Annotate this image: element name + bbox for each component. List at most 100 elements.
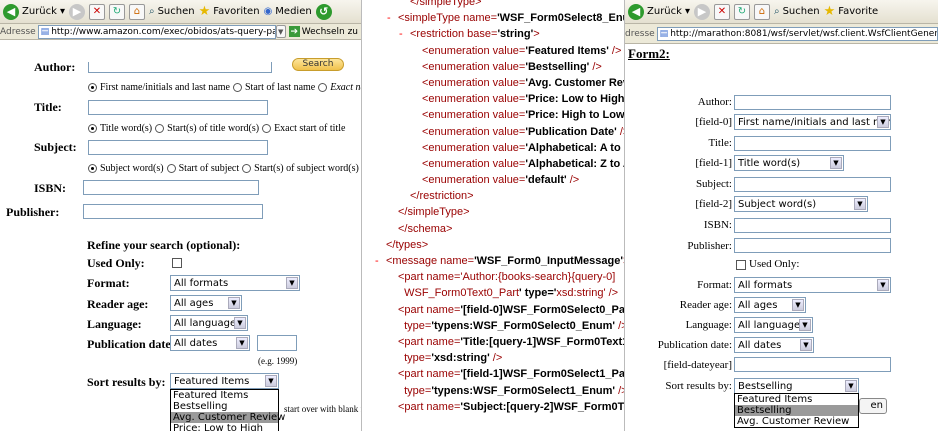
xml-text: <simpleType name='WSF_Form0Select8_Enum'… [398, 12, 624, 25]
pubdate-select[interactable]: All dates ▼ [734, 337, 814, 353]
home-icon[interactable]: ⌂ [128, 3, 145, 20]
forward-icon[interactable]: ▶ [693, 3, 710, 20]
submit-button[interactable]: en [859, 398, 887, 414]
home-icon[interactable]: ⌂ [753, 3, 770, 20]
search-button[interactable]: ⌕ Suchen [149, 6, 195, 17]
title-radio-starts[interactable] [155, 124, 165, 133]
author-radio-start-last[interactable] [232, 83, 242, 92]
search-icon: ⌕ [773, 6, 780, 17]
reader-age-select[interactable]: All ages ▼ [170, 295, 242, 311]
xml-text: <enumeration value='Alphabetical: A to Z… [422, 141, 624, 154]
year-example: (e.g. 1999) [258, 356, 298, 366]
stop-icon[interactable]: ✕ [88, 3, 105, 20]
xml-text: <enumeration value='Featured Items' /> [422, 44, 622, 57]
sort-option[interactable]: Avg. Customer Review [735, 416, 858, 427]
search-now-button[interactable]: Search Now [292, 58, 344, 71]
url-dropdown-icon[interactable]: ▼ [275, 25, 286, 38]
title-input[interactable] [88, 100, 268, 115]
back-button[interactable]: ◀ Zurück ▾ [628, 3, 690, 20]
chevron-down-icon: ▼ [877, 279, 889, 291]
go-arrow-icon: ➔ [288, 26, 300, 37]
favorites-button[interactable]: ★ Favorite [824, 4, 879, 19]
sort-option[interactable]: Featured Items [735, 394, 858, 405]
language-value: All languages [174, 317, 242, 329]
author-label: Author: [34, 60, 76, 74]
subject-radio-starts[interactable] [242, 164, 252, 173]
subject-input[interactable] [88, 140, 268, 155]
media-button[interactable]: ◉ Medien [264, 6, 312, 17]
format-label: Format: [697, 279, 732, 291]
pubdate-label: Publication date: [657, 339, 732, 351]
subject-radio-words[interactable] [88, 164, 97, 173]
publisher-input[interactable] [734, 238, 891, 253]
language-select[interactable]: All languages ▼ [734, 317, 813, 333]
xml-text: </simpleType> [398, 206, 470, 219]
dateyear-input[interactable] [734, 357, 891, 372]
language-select[interactable]: All languages ▼ [170, 315, 248, 331]
title-radio-words[interactable] [88, 124, 97, 133]
author-input[interactable] [88, 62, 272, 73]
pubdate-select[interactable]: All dates ▼ [170, 335, 250, 351]
url-field[interactable]: ▤ http://www.amazon.com/exec/obidos/ats-… [37, 24, 276, 39]
used-only-checkbox[interactable] [172, 258, 182, 268]
sort-select[interactable]: Featured Items ▼ [170, 373, 279, 389]
author-radio-exact[interactable] [318, 83, 328, 92]
reader-age-select[interactable]: All ages ▼ [734, 297, 806, 313]
amazon-browser-panel: ◀ Zurück ▾ ▶ ✕ ↻ ⌂ ⌕ Suchen ★ Favoriten ◉ Me… [0, 0, 362, 431]
field0-select[interactable]: First name/initials and last name ▼ [734, 114, 891, 130]
refresh-icon[interactable]: ↻ [733, 3, 750, 20]
go-label: Wechseln zu [301, 26, 358, 37]
sort-option-hover[interactable]: Avg. Customer Review [171, 412, 285, 423]
title-label: Title: [34, 100, 62, 114]
xml-text: <enumeration value='Alphabetical: Z to A… [422, 157, 624, 170]
xml-text: </simpleType> [410, 0, 482, 8]
sort-option-hover[interactable]: Bestselling [735, 405, 858, 416]
publisher-input[interactable] [83, 204, 263, 219]
title-radio-exact[interactable] [262, 124, 272, 133]
pubdate-year-input[interactable] [257, 335, 297, 351]
chevron-down-icon: ▼ [799, 319, 811, 331]
sort-option[interactable]: Featured Items [171, 390, 278, 401]
favorites-label: Favoriten [213, 6, 260, 17]
chevron-down-icon: ▼ [228, 297, 240, 309]
forward-icon[interactable]: ▶ [68, 3, 85, 20]
collapse-toggle[interactable]: - [375, 253, 379, 269]
field1-select[interactable]: Title word(s) ▼ [734, 155, 844, 171]
submit-label: en [870, 400, 884, 411]
refresh-icon[interactable]: ↻ [108, 3, 125, 20]
isbn-input[interactable] [83, 180, 259, 195]
search-button[interactable]: ⌕ Suchen [774, 6, 820, 17]
format-select[interactable]: All formats ▼ [170, 275, 300, 291]
field0-label: [field-0] [695, 116, 732, 128]
reader-age-value: All ages [738, 299, 778, 311]
subject-radio-start[interactable] [166, 164, 176, 173]
title-radio-label: Exact start of title [274, 123, 346, 134]
history-icon[interactable]: ↺ [315, 3, 332, 20]
collapse-toggle[interactable]: - [399, 26, 403, 42]
author-radio-first-name[interactable] [88, 83, 97, 92]
sort-option[interactable]: Price: Low to High [171, 423, 278, 431]
used-only-checkbox[interactable] [736, 260, 746, 270]
page-icon: ▤ [40, 26, 50, 37]
subject-input[interactable] [734, 177, 891, 192]
title-radio-label: Start(s) of title word(s) [167, 123, 260, 134]
collapse-toggle[interactable]: - [387, 10, 391, 26]
favorites-button[interactable]: ★ Favoriten [199, 4, 260, 19]
xml-text: type='typens:WSF_Form0Select0_Enum' /> [398, 319, 624, 332]
format-select[interactable]: All formats ▼ [734, 277, 891, 293]
sort-option[interactable]: Bestselling [171, 401, 278, 412]
back-button[interactable]: ◀ Zurück ▾ [3, 3, 65, 20]
url-field[interactable]: ▤ http://marathon:8081/wsf/servlet/wsf.c… [656, 26, 938, 41]
title-input[interactable] [734, 136, 891, 151]
stop-icon[interactable]: ✕ [713, 3, 730, 20]
star-icon: ★ [198, 4, 211, 19]
go-button[interactable]: ➔ Wechseln zu [286, 26, 361, 37]
author-input[interactable] [734, 95, 891, 110]
format-value: All formats [174, 277, 229, 289]
reader-age-label: Reader age: [679, 299, 732, 311]
isbn-input[interactable] [734, 218, 891, 233]
xml-text: <enumeration value='default' /> [422, 174, 580, 187]
field2-select[interactable]: Subject word(s) ▼ [734, 196, 868, 212]
sort-select[interactable]: Bestselling ▼ [734, 378, 859, 394]
chevron-down-icon: ▼ [286, 277, 298, 289]
